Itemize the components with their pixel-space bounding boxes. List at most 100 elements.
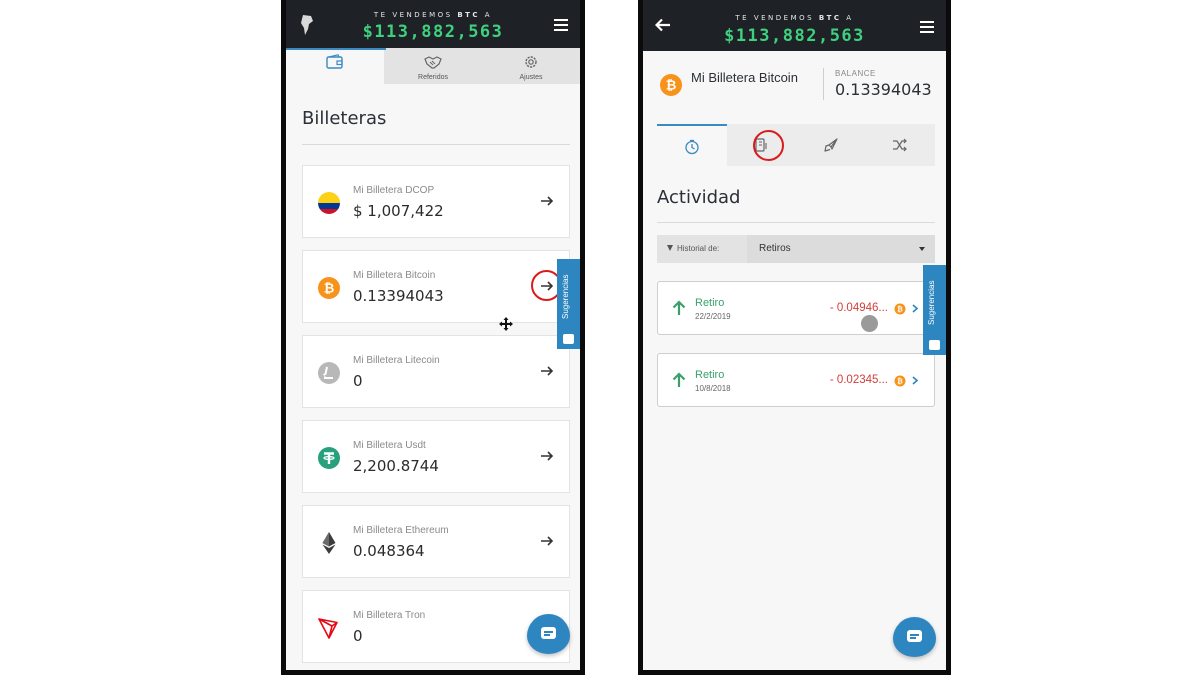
arrow-right-icon[interactable] (539, 448, 555, 464)
wallet-name: Mi Billetera Tron (353, 610, 426, 621)
arrow-up-icon (672, 300, 686, 315)
ethereum-icon (322, 532, 336, 554)
wallet-name: Mi Billetera Ethereum (353, 525, 449, 536)
wallets-screen: TE VENDEMOS BTC A $113,882,563 Referidos (281, 0, 585, 675)
swap-icon (893, 138, 908, 152)
btc-price: $113,882,563 (362, 22, 504, 42)
wallet-balance: 0 (353, 372, 363, 390)
wallet-name: Mi Billetera DCOP (353, 185, 435, 196)
history-icon (685, 139, 699, 155)
page-title: Billeteras (302, 108, 387, 129)
price-tagline: TE VENDEMOS BTC A (643, 14, 946, 22)
chat-icon (541, 627, 556, 639)
transaction-date: 22/2/2019 (695, 312, 731, 321)
wallet-icon (326, 54, 343, 69)
tab-ajustes[interactable]: Ajustes (482, 48, 580, 84)
transaction-row[interactable]: Retiro 22/2/2019 - 0.04946... ₿ (657, 281, 935, 335)
wallet-card-usdt[interactable]: Mi Billetera Usdt 2,200.8744 (302, 420, 570, 493)
feedback-icon (929, 340, 940, 350)
send-rocket-icon (824, 138, 838, 152)
tether-icon (318, 447, 340, 469)
history-type-select[interactable]: Retiros (747, 235, 935, 263)
chevron-right-icon (912, 376, 918, 385)
transaction-date: 10/8/2018 (695, 384, 731, 393)
chat-button[interactable] (527, 614, 570, 654)
wallet-card-bitcoin[interactable]: ₿ Mi Billetera Bitcoin 0.13394043 (302, 250, 570, 323)
tab-referidos-label: Referidos (418, 74, 448, 81)
bitcoin-icon: ₿ (894, 375, 906, 387)
title-divider (657, 222, 935, 223)
menu-icon[interactable] (554, 19, 568, 31)
wallet-balance: 0.048364 (353, 542, 425, 560)
wallet-name: Mi Billetera Bitcoin (353, 270, 436, 281)
suggestions-tab[interactable]: Sugerencias (557, 259, 580, 349)
wallet-title: Mi Billetera Bitcoin (691, 70, 798, 85)
transaction-type: Retiro (695, 369, 725, 381)
tagline-suffix: A (484, 11, 493, 19)
history-type-value: Retiros (759, 243, 791, 254)
handshake-icon (424, 56, 442, 69)
suggestions-tab[interactable]: Sugerencias (923, 265, 946, 355)
wallet-balance: $ 1,007,422 (353, 202, 444, 220)
transaction-amount: - 0.04946... (829, 302, 888, 314)
price-tagline: TE VENDEMOS BTC A (286, 11, 580, 19)
gear-icon (525, 56, 537, 68)
btc-price: $113,882,563 (724, 26, 865, 46)
wallet-balance: 0.13394043 (353, 287, 444, 305)
feedback-icon (563, 334, 574, 344)
svg-text:₿: ₿ (897, 378, 903, 386)
suggestions-label: Sugerencias (561, 274, 570, 319)
tab-withdraw[interactable] (727, 124, 797, 166)
litecoin-icon (318, 362, 340, 384)
tagline-prefix: TE VENDEMOS (373, 11, 453, 19)
balance-label: BALANCE (835, 69, 876, 78)
filter-label-text: Historial de: (677, 244, 720, 253)
transaction-amount: - 0.02345... (829, 374, 888, 386)
svg-text:₿: ₿ (666, 78, 677, 93)
tab-swap[interactable] (866, 124, 936, 166)
wallet-detail-screen: TE VENDEMOS BTC A $113,882,563 ₿ Mi Bill… (638, 0, 951, 675)
top-bar: TE VENDEMOS BTC A $113,882,563 (286, 0, 580, 48)
svg-text:₿: ₿ (324, 281, 335, 296)
filter-label: Historial de: (667, 244, 719, 253)
menu-icon[interactable] (920, 21, 934, 33)
transaction-type: Retiro (695, 297, 725, 309)
tab-ajustes-label: Ajustes (519, 74, 543, 81)
arrow-right-icon[interactable] (539, 193, 555, 209)
wallet-balance: 2,200.8744 (353, 457, 439, 475)
title-divider (302, 144, 570, 145)
tab-wallets[interactable] (286, 48, 384, 84)
arrow-up-icon (672, 372, 686, 387)
tagline-prefix: TE VENDEMOS (735, 14, 815, 22)
highlight-circle (752, 130, 784, 161)
chevron-down-icon (919, 247, 925, 251)
wallet-name: Mi Billetera Litecoin (353, 355, 440, 366)
tab-send[interactable] (796, 124, 866, 166)
active-tab-indicator (286, 48, 386, 50)
move-cursor-icon (499, 317, 513, 331)
svg-text:₿: ₿ (897, 306, 903, 314)
main-tabs: Referidos Ajustes (286, 48, 580, 84)
tagline-suffix: A (846, 14, 854, 22)
colombia-flag-icon (318, 192, 340, 214)
chat-button[interactable] (893, 617, 936, 657)
chevron-right-icon (912, 304, 918, 313)
transaction-row[interactable]: Retiro 10/8/2018 - 0.02345... ₿ (657, 353, 935, 407)
arrow-right-icon[interactable] (539, 363, 555, 379)
bitcoin-icon: ₿ (318, 277, 340, 299)
arrow-right-icon[interactable] (539, 533, 555, 549)
wallet-card-ethereum[interactable]: Mi Billetera Ethereum 0.048364 (302, 505, 570, 578)
filter-icon (667, 245, 673, 251)
top-bar: TE VENDEMOS BTC A $113,882,563 (643, 0, 946, 51)
tab-history[interactable] (657, 124, 727, 166)
bitcoin-icon: ₿ (894, 303, 906, 315)
tagline-coin: BTC (457, 11, 481, 19)
wallet-card-dcop[interactable]: Mi Billetera DCOP $ 1,007,422 (302, 165, 570, 238)
chat-icon (907, 630, 922, 642)
balance-value: 0.13394043 (835, 80, 932, 99)
wallet-card-litecoin[interactable]: Mi Billetera Litecoin 0 (302, 335, 570, 408)
activity-title: Actividad (657, 187, 741, 208)
tab-referidos[interactable]: Referidos (384, 48, 482, 84)
wallet-action-tabs (657, 124, 935, 166)
header-divider (823, 68, 824, 100)
